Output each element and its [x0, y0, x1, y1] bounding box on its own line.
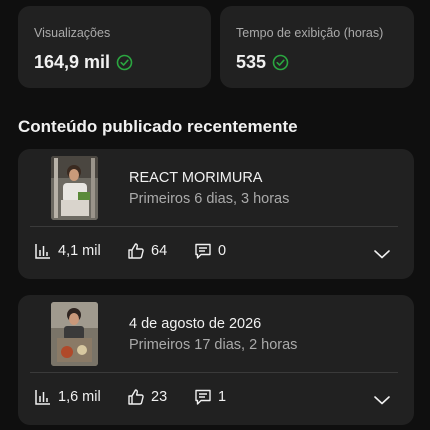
views-count: 1,6 mil: [58, 389, 101, 405]
likes-metric: 64: [127, 242, 167, 260]
chevron-down-icon[interactable]: [372, 244, 392, 264]
video-title[interactable]: REACT MORIMURA: [129, 170, 262, 186]
views-count: 4,1 mil: [58, 243, 101, 259]
watch-time-stat-card[interactable]: Tempo de exibição (horas) 535: [220, 6, 414, 88]
divider: [30, 372, 398, 373]
video-title[interactable]: 4 de agosto de 2026: [129, 316, 261, 332]
thumbs-up-icon: [127, 242, 145, 260]
views-metric: 1,6 mil: [34, 388, 101, 406]
comments-metric: 1: [194, 388, 226, 406]
video-period: Primeiros 17 dias, 2 horas: [129, 337, 298, 353]
thumbs-up-icon: [127, 388, 145, 406]
likes-count: 23: [151, 389, 168, 405]
views-stat-card[interactable]: Visualizações 164,9 mil: [18, 6, 211, 88]
comments-count: 1: [218, 389, 227, 405]
divider: [30, 226, 398, 227]
chevron-down-icon[interactable]: [372, 390, 392, 410]
video-thumbnail[interactable]: [51, 156, 98, 220]
comment-icon: [194, 388, 212, 406]
video-thumbnail[interactable]: [51, 302, 98, 366]
video-period: Primeiros 6 dias, 3 horas: [129, 191, 290, 207]
views-metric: 4,1 mil: [34, 242, 101, 260]
video-card[interactable]: REACT MORIMURA Primeiros 6 dias, 3 horas…: [18, 149, 414, 279]
comments-metric: 0: [194, 242, 226, 260]
comments-count: 0: [218, 243, 227, 259]
video-card[interactable]: 4 de agosto de 2026 Primeiros 17 dias, 2…: [18, 295, 414, 425]
watch-time-stat-label: Tempo de exibição (horas): [236, 26, 384, 40]
views-stat-label: Visualizações: [34, 26, 111, 40]
likes-metric: 23: [127, 388, 167, 406]
bar-chart-icon: [34, 242, 52, 260]
likes-count: 64: [151, 243, 168, 259]
section-title: Conteúdo publicado recentemente: [18, 117, 298, 136]
comment-icon: [194, 242, 212, 260]
bar-chart-icon: [34, 388, 52, 406]
views-stat-value: 164,9 mil: [34, 52, 111, 72]
check-circle-icon: [116, 54, 133, 71]
check-circle-icon: [272, 54, 289, 71]
watch-time-stat-value: 535: [236, 52, 267, 72]
